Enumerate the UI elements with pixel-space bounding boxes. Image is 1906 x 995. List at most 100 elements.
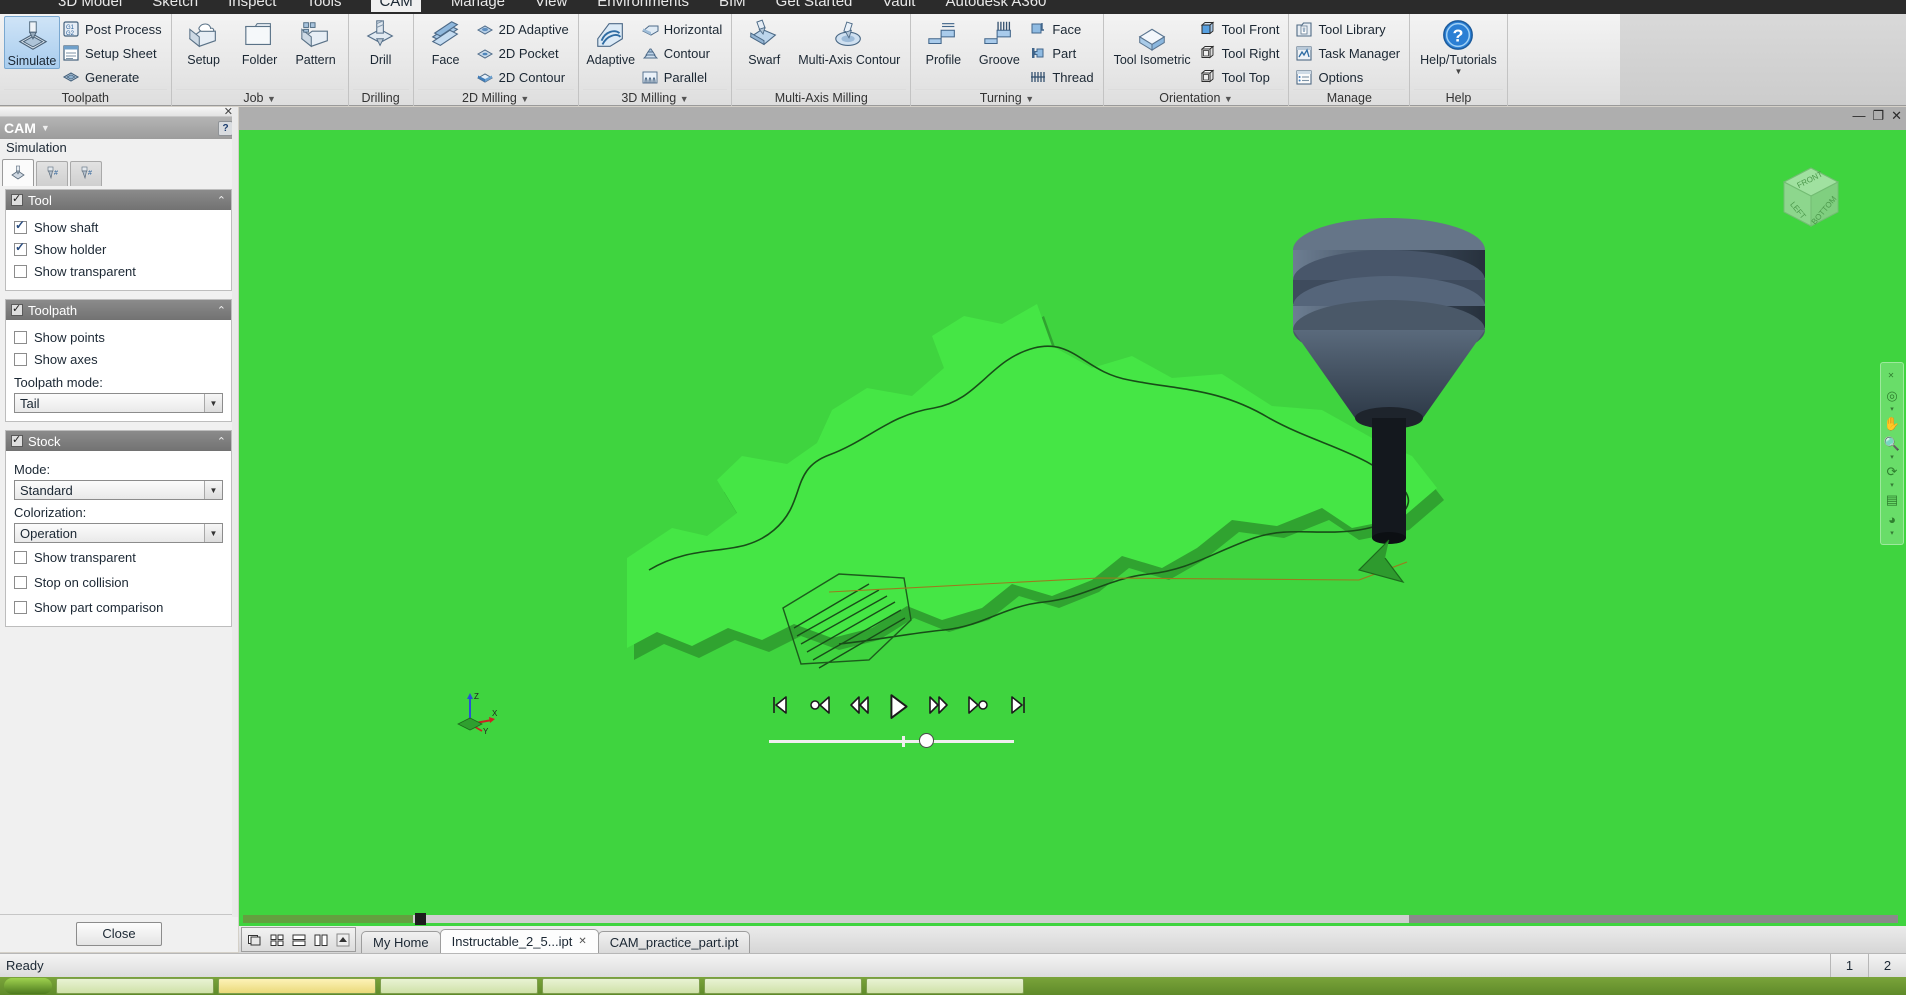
- cascade-windows-icon[interactable]: [244, 929, 265, 950]
- skip-to-end-button[interactable]: [1004, 693, 1029, 719]
- chevron-down-icon[interactable]: ▼: [204, 394, 222, 412]
- chevron-up-icon[interactable]: ⌃: [217, 194, 226, 207]
- simulation-tab-info[interactable]: [2, 159, 34, 186]
- ribbon-button-tool-library[interactable]: Tool Library: [1293, 17, 1405, 41]
- taskbar-item[interactable]: [380, 978, 538, 994]
- checkbox-show-points[interactable]: [14, 330, 27, 344]
- viewport-horizontal-scrollbar[interactable]: [239, 912, 1906, 926]
- ribbon-button-pattern[interactable]: Pattern: [288, 16, 344, 67]
- chevron-up-icon[interactable]: ⌃: [217, 435, 226, 448]
- ribbon-button-face[interactable]: Face: [418, 16, 474, 67]
- checkbox-show-holder[interactable]: [14, 240, 27, 256]
- checkbox-row-show-transparent[interactable]: Show transparent: [14, 260, 223, 282]
- ribbon-button-simulate[interactable]: Simulate: [4, 16, 60, 69]
- playback-progress-slider[interactable]: [769, 733, 1014, 748]
- chevron-down-icon[interactable]: ▾: [1890, 406, 1894, 413]
- ribbon-button-setup-sheet[interactable]: Setup Sheet: [60, 41, 167, 65]
- option-group-header-stock[interactable]: Stock ⌃: [6, 431, 231, 451]
- option-group-header-toolpath[interactable]: Toolpath ⌃: [6, 300, 231, 320]
- group-enable-checkbox[interactable]: [11, 192, 23, 206]
- ribbon-button-multi-axis-contour[interactable]: Multi-Axis Contour: [792, 16, 906, 67]
- ribbon-button-contour[interactable]: Contour: [639, 41, 728, 65]
- pan-icon[interactable]: ✋: [1882, 414, 1902, 433]
- chevron-down-icon[interactable]: ▼: [520, 94, 529, 104]
- document-tab-my-home[interactable]: My Home: [361, 931, 441, 953]
- chevron-down-icon[interactable]: ▾: [1890, 454, 1894, 461]
- ribbon-button-profile[interactable]: Profile: [915, 16, 971, 67]
- ribbon-button-options[interactable]: Options: [1293, 65, 1405, 89]
- taskbar-item[interactable]: [704, 978, 862, 994]
- ribbon-button-face[interactable]: Face: [1027, 17, 1098, 41]
- ribbon-tab-view[interactable]: View: [535, 0, 567, 12]
- ribbon-button-parallel[interactable]: Parallel: [639, 65, 728, 89]
- ribbon-panel-title-3d-milling[interactable]: 3D Milling ▼: [582, 89, 728, 106]
- chevron-down-icon[interactable]: ▾: [1890, 530, 1894, 537]
- chevron-down-icon[interactable]: ▾: [1890, 482, 1894, 489]
- ribbon-button-setup[interactable]: Setup: [176, 16, 232, 67]
- ribbon-tab-cam[interactable]: CAM: [371, 0, 421, 12]
- chevron-down-icon[interactable]: ▼: [1224, 94, 1233, 104]
- 3d-viewport[interactable]: FRONT LEFT BOTTOM ✕ ◎ ▾ ✋ 🔍 ▾ ⟳ ▾ ▤ ◕ ▾: [239, 130, 1906, 912]
- document-tab-instructable-2-5-ipt[interactable]: Instructable_2_5...ipt ✕: [439, 929, 599, 953]
- scroll-up-icon[interactable]: [332, 929, 353, 950]
- option-group-header-tool[interactable]: Tool ⌃: [6, 190, 231, 210]
- ribbon-button-tool-top[interactable]: Tool Top: [1197, 65, 1285, 89]
- orbit-icon[interactable]: ⟳: [1882, 462, 1902, 481]
- checkbox-row-show-part-comparison[interactable]: Show part comparison: [14, 596, 223, 618]
- play-button[interactable]: [886, 693, 912, 719]
- ribbon-button-2d-adaptive[interactable]: 2D Adaptive: [474, 17, 574, 41]
- close-button[interactable]: Close: [76, 921, 162, 946]
- ribbon-tab-manage[interactable]: Manage: [451, 0, 505, 12]
- checkbox-stop-on-collision[interactable]: [14, 575, 27, 589]
- document-tab-cam-practice-part-ipt[interactable]: CAM_practice_part.ipt: [597, 931, 751, 953]
- dropdown-toolpath-mode[interactable]: Tail ▼: [14, 393, 223, 413]
- minimize-icon[interactable]: —: [1852, 109, 1865, 122]
- checkbox-row-show-holder[interactable]: Show holder: [14, 238, 223, 260]
- dropdown-colorization[interactable]: Operation ▼: [14, 523, 223, 543]
- chevron-down-icon[interactable]: ▼: [267, 94, 276, 104]
- ribbon-panel-title-job[interactable]: Job ▼: [175, 89, 344, 106]
- ribbon-tab-environments[interactable]: Environments: [597, 0, 689, 12]
- chevron-up-icon[interactable]: ⌃: [217, 304, 226, 317]
- group-enable-checkbox[interactable]: [11, 433, 23, 447]
- checkbox-show-transparent[interactable]: [14, 264, 27, 278]
- close-icon[interactable]: ✕: [1891, 109, 1902, 122]
- chevron-down-icon[interactable]: ▼: [41, 123, 50, 133]
- ribbon-panel-title-turning[interactable]: Turning ▼: [915, 89, 1099, 106]
- simulation-tab-stats-1[interactable]: #: [36, 161, 68, 186]
- ribbon-button-help-tutorials[interactable]: ? Help/Tutorials ▼: [1414, 16, 1503, 76]
- ribbon-button-folder[interactable]: Folder: [232, 16, 288, 67]
- ribbon-tab-inspect[interactable]: Inspect: [228, 0, 276, 12]
- ribbon-button-swarf[interactable]: Swarf: [736, 16, 792, 67]
- checkbox-show-transparent[interactable]: [14, 550, 27, 564]
- ribbon-tab-tools[interactable]: Tools: [306, 0, 341, 12]
- ribbon-tab-bar[interactable]: 3D Model Sketch Inspect Tools CAM Manage View E…: [0, 0, 1906, 14]
- rewind-button[interactable]: [847, 693, 872, 719]
- checkbox-row-show-transparent[interactable]: Show transparent: [14, 546, 223, 568]
- panel-drag-grip[interactable]: ✕: [0, 106, 237, 118]
- ribbon-button-tool-right[interactable]: Tool Right: [1197, 41, 1285, 65]
- step-forward-operation-button[interactable]: [965, 693, 990, 719]
- step-back-operation-button[interactable]: [808, 693, 833, 719]
- ribbon-panel-title-orientation[interactable]: Orientation ▼: [1107, 89, 1285, 106]
- chevron-down-icon[interactable]: ▼: [1455, 67, 1463, 76]
- restore-icon[interactable]: ❐: [1872, 109, 1884, 122]
- fast-forward-button[interactable]: [926, 693, 951, 719]
- simulation-tab-stats-2[interactable]: #: [70, 161, 102, 186]
- chevron-down-icon[interactable]: ▼: [204, 481, 222, 499]
- dropdown-mode[interactable]: Standard ▼: [14, 480, 223, 500]
- chevron-down-icon[interactable]: ▼: [1025, 94, 1034, 104]
- close-icon[interactable]: ✕: [578, 936, 586, 947]
- scroll-thumb[interactable]: [415, 913, 426, 925]
- ribbon-button-2d-pocket[interactable]: 2D Pocket: [474, 41, 574, 65]
- tile-horizontal-icon[interactable]: [288, 929, 309, 950]
- navigation-bar[interactable]: ✕ ◎ ▾ ✋ 🔍 ▾ ⟳ ▾ ▤ ◕ ▾: [1880, 362, 1904, 545]
- chevron-down-icon[interactable]: ▼: [680, 94, 689, 104]
- chevron-down-icon[interactable]: ▼: [204, 524, 222, 542]
- show-motion-icon[interactable]: ▤: [1882, 490, 1902, 509]
- taskbar-item[interactable]: [866, 978, 1024, 994]
- ribbon-panel-title-2d-milling[interactable]: 2D Milling ▼: [417, 89, 574, 106]
- zoom-icon[interactable]: 🔍: [1882, 434, 1902, 453]
- browser-scrollbar[interactable]: [232, 107, 238, 917]
- tile-windows-icon[interactable]: [266, 929, 287, 950]
